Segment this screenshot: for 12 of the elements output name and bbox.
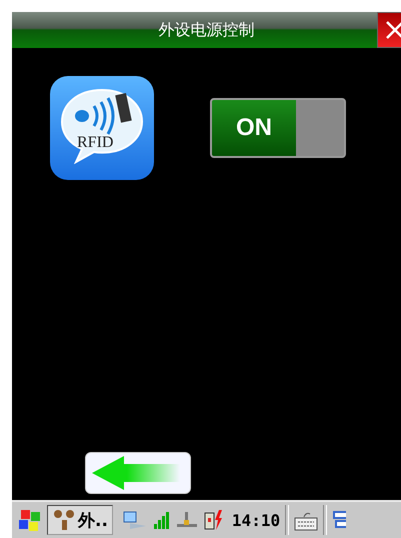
battery-charging-icon[interactable] (202, 509, 223, 531)
icon-label: RFID (77, 134, 114, 152)
app-icon (52, 508, 76, 532)
speech-bubble-icon (58, 86, 146, 164)
rfid-app-icon[interactable]: RFID (50, 76, 154, 180)
close-icon (384, 19, 401, 41)
task-button[interactable]: 外.. (47, 505, 113, 535)
window-title: 外设电源控制 (158, 20, 254, 40)
start-icon[interactable] (18, 508, 42, 532)
toggle-switch[interactable]: ON (210, 98, 346, 158)
connection-icon[interactable] (176, 510, 198, 530)
clock[interactable]: 14:10 (232, 510, 280, 530)
